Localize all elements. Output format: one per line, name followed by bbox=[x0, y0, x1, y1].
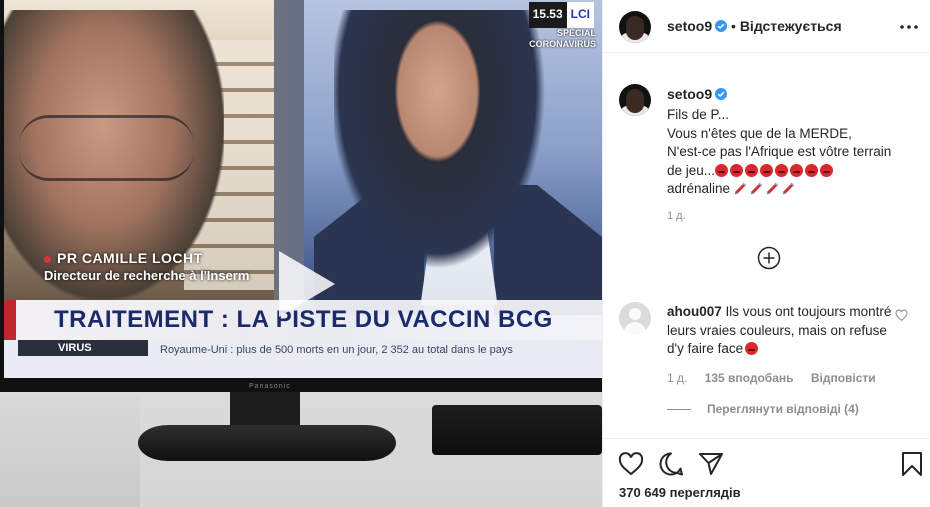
soundbar bbox=[432, 405, 602, 455]
angry-face-icon bbox=[745, 163, 759, 177]
verified-badge-icon bbox=[715, 20, 728, 32]
special-line2: CORONAVIRUS bbox=[529, 39, 596, 49]
caption-line-syringe: adrénaline bbox=[667, 180, 917, 199]
syringe-icon bbox=[766, 182, 779, 195]
post-video[interactable]: 15.53 LCI SPÉCIAL CORONAVIRUS PR CAMILLE… bbox=[0, 0, 602, 507]
channel-clock: 15.53 LCI bbox=[528, 2, 594, 28]
caption-line: Vous n'êtes que de la MERDE, bbox=[667, 125, 852, 141]
comment-username[interactable]: ahou007 bbox=[667, 304, 722, 319]
angry-face-icon bbox=[730, 163, 744, 177]
clock-time: 15.53 bbox=[528, 2, 567, 28]
caption-line: de jeu... bbox=[667, 162, 716, 178]
verified-badge-icon bbox=[715, 88, 728, 100]
banner-accent bbox=[4, 300, 16, 340]
angry-face-icon bbox=[790, 163, 804, 177]
comment-meta: 1 д. 135 вподобань Відповісти bbox=[667, 371, 890, 385]
angry-face-icon bbox=[715, 163, 729, 177]
comment-icon[interactable] bbox=[658, 451, 684, 477]
caption-line-emoji: de jeu... bbox=[667, 162, 917, 181]
tv-brand: Panasonic bbox=[249, 383, 291, 390]
header-separator: • bbox=[731, 18, 736, 34]
syringe-icon bbox=[782, 182, 795, 195]
comment-timestamp[interactable]: 1 д. bbox=[667, 371, 687, 385]
avatar[interactable] bbox=[619, 11, 651, 43]
room-background bbox=[0, 395, 140, 507]
reply-button[interactable]: Відповісти bbox=[811, 371, 876, 385]
live-dot-icon bbox=[44, 255, 51, 263]
syringe-icon bbox=[734, 182, 747, 195]
comment-text: ahou007 Ils vous ont toujours montré leu… bbox=[667, 303, 892, 359]
angry-face-icon bbox=[775, 163, 789, 177]
play-icon[interactable] bbox=[269, 249, 339, 319]
channel-logo: LCI bbox=[566, 2, 594, 28]
angry-face-icon bbox=[820, 163, 834, 177]
guest-lower-third: PR CAMILLE LOCHT Directeur de recherche … bbox=[44, 250, 249, 283]
view-replies-label: Переглянути відповіді (4) bbox=[707, 402, 859, 416]
like-comment-heart-icon[interactable] bbox=[895, 309, 908, 322]
angry-face-icon bbox=[805, 163, 819, 177]
post-side-panel: setoo9 • Відстежується setoo9 Fils de P.… bbox=[602, 0, 930, 507]
tv-screen: 15.53 LCI SPÉCIAL CORONAVIRUS PR CAMILLE… bbox=[4, 0, 602, 378]
caption-timestamp[interactable]: 1 д. bbox=[667, 210, 686, 222]
heart-icon[interactable] bbox=[618, 451, 644, 477]
tv-stand-base bbox=[138, 425, 396, 461]
angry-face-icon bbox=[760, 163, 774, 177]
caption-text: Fils de P... Vous n'êtes que de la MERDE… bbox=[667, 106, 917, 199]
more-horizontal-icon[interactable] bbox=[899, 18, 919, 36]
caption-line: Fils de P... bbox=[667, 107, 730, 122]
angry-face-icon bbox=[745, 342, 759, 355]
post-header: setoo9 • Відстежується bbox=[603, 0, 930, 53]
guest-name: PR CAMILLE LOCHT bbox=[57, 250, 203, 266]
comment-likes[interactable]: 135 вподобань bbox=[705, 371, 794, 385]
header-username[interactable]: setoo9 bbox=[667, 18, 712, 34]
replies-divider bbox=[667, 409, 691, 411]
load-more-comments-icon[interactable] bbox=[757, 246, 781, 270]
instagram-post-modal: 15.53 LCI SPÉCIAL CORONAVIRUS PR CAMILLE… bbox=[0, 0, 930, 507]
special-line1: SPÉCIAL bbox=[556, 28, 596, 38]
share-icon[interactable] bbox=[698, 451, 724, 477]
caption-line: N'est-ce pas l'Afrique est vôtre terrain bbox=[667, 144, 892, 159]
follow-status-button[interactable]: Відстежується bbox=[740, 18, 842, 34]
special-banner: SPÉCIAL CORONAVIRUS bbox=[529, 28, 596, 50]
guest-role: Directeur de recherche à l'Inserm bbox=[44, 268, 250, 283]
syringe-icon bbox=[750, 182, 763, 195]
comment-avatar[interactable] bbox=[619, 302, 651, 334]
view-replies-button[interactable]: Переглянути відповіді (4) bbox=[667, 402, 859, 416]
view-count[interactable]: 370 649 переглядів bbox=[619, 485, 741, 500]
caption-line: adrénaline bbox=[667, 181, 731, 196]
caption-avatar[interactable] bbox=[619, 84, 651, 116]
guest-glasses bbox=[19, 115, 194, 181]
header-user: setoo9 • Відстежується bbox=[667, 18, 842, 34]
tv-frame: 15.53 LCI SPÉCIAL CORONAVIRUS PR CAMILLE… bbox=[0, 0, 602, 392]
ticker-text: Royaume-Uni : plus de 500 morts en un jo… bbox=[160, 344, 513, 356]
caption-username[interactable]: setoo9 bbox=[667, 86, 712, 102]
post-actions: 370 649 переглядів bbox=[603, 438, 930, 507]
host-figure bbox=[334, 10, 564, 300]
caption-user: setoo9 bbox=[667, 86, 728, 104]
news-ticker: VIRUS Royaume-Uni : plus de 500 morts en… bbox=[4, 340, 602, 378]
ticker-tag: VIRUS bbox=[18, 340, 148, 356]
bookmark-icon[interactable] bbox=[899, 451, 925, 477]
